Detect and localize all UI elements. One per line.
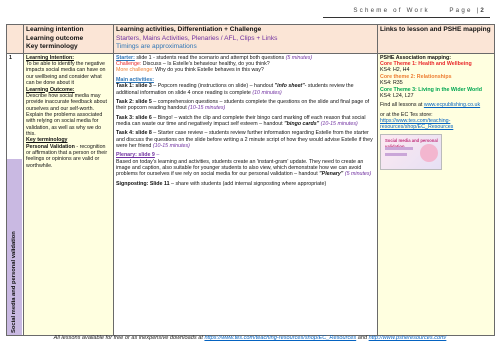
links-cell: PSHE Association mapping: Core Theme 1: … [377, 52, 495, 336]
task3-time: (10-15 minutes) [320, 120, 358, 127]
lesson-number: 1 [9, 54, 12, 61]
signposting-text: – share with students (add internal sign… [169, 180, 327, 187]
task3-label: Task 3: slide 6 [116, 114, 152, 121]
ecpublishing-link[interactable]: www.ecpublishing.co.uk [424, 102, 480, 108]
header-learning-intention: Learning intention [26, 26, 84, 33]
outcome-text: Describe how social media may provide in… [26, 92, 107, 137]
more-challenge-text: Why do you think Estelle behaves in this… [153, 67, 264, 74]
plenary-time: (5 minutes) [343, 171, 372, 178]
task2-label: Task 2: slide 5 [116, 98, 152, 105]
terminology-entry: Personal Validation - recognition or aff… [26, 144, 111, 169]
lesson-thumbnail: Social media and personal validation [380, 133, 442, 170]
page-footer: All lessons available for free or as ine… [0, 335, 500, 341]
plenary-handout: "Plenary" [319, 171, 344, 178]
header-activities-subtitle: Starters, Mains Activities, Plenaries / … [116, 34, 278, 42]
task2-text: – comprehension questions – students com… [116, 98, 370, 112]
plenary-dash: – [154, 152, 160, 159]
header-learning-outcome: Learning outcome [26, 34, 84, 42]
task3-handout: "bingo cards" [284, 120, 320, 127]
tes-store-link[interactable]: https://www.tes.com/teaching-resources/s… [380, 118, 453, 130]
header-timings: Timings are approximations [116, 43, 197, 51]
starter-label: Starter: [116, 54, 135, 61]
task4-time: (10-15 minutes) [152, 142, 190, 149]
scheme-of-work-label: Scheme of Work [353, 7, 430, 14]
task1-text: – Popcorn reading (instructions on slide… [151, 83, 275, 90]
thumbnail-bar-2 [385, 152, 407, 156]
activities-cell: Starter: slide 1 - students read the sce… [113, 52, 378, 336]
starter-time: (5 minutes) [285, 54, 313, 61]
page-header: Scheme of Work Page |2 [0, 0, 500, 22]
task1-time: (10 minutes) [252, 89, 282, 96]
footer-tes-link[interactable]: https://www.tes.com/teaching-resources/s… [204, 335, 356, 341]
topic-vertical-label: Social media and personal validation [11, 230, 17, 333]
footer-text: All lessons available for free or as ine… [53, 335, 205, 341]
header-links-cell: Links to lesson and PSHE mapping [377, 24, 495, 54]
topic-band: Social media and personal validation [7, 158, 22, 335]
starter-text: slide 1 - students read the scenario and… [134, 54, 286, 61]
challenge-text: Discuss – Is Estelle's behaviour healthy… [141, 61, 270, 68]
learning-cell: Learning Intention: To be able to identi… [23, 52, 114, 336]
thumbnail-bar [385, 146, 413, 150]
page-label: Page | [449, 7, 481, 14]
header-title: Scheme of Work Page |2 [353, 7, 486, 14]
lesson-number-cell: 1 Social media and personal validation [6, 52, 24, 336]
task2-time: (10-15 minutes) [188, 105, 226, 112]
thumbnail-image [420, 143, 438, 162]
header-links-mapping: Links to lesson and PSHE mapping [380, 26, 491, 33]
task4-label: Task 4: slide 8 [116, 130, 152, 137]
tes-store-text: or at the EC Tes store: [380, 111, 433, 118]
header-learning-cell: Learning intention Learning outcome Key … [23, 24, 114, 54]
plenary-label: Plenary: slide 9 [116, 152, 155, 159]
intention-text: To be able to identify the negative impa… [26, 61, 106, 87]
header-key-terminology: Key terminology [26, 43, 78, 51]
header-divider [323, 17, 490, 18]
core-theme-3: Core Theme 3: Living in the Wider World [380, 86, 482, 93]
term-name: Personal Validation [26, 143, 75, 150]
challenge-label: Challenge: [116, 61, 142, 68]
header-activities-cell: Learning activities, Differentiation + C… [113, 24, 378, 54]
find-lessons-text: Find all lessons at [380, 102, 424, 109]
header-activities-title: Learning activities, Differentiation + C… [116, 26, 262, 33]
footer-and: and [356, 335, 369, 341]
task1-label: Task 1: slide 3 [116, 83, 152, 90]
table-row: 1 Social media and personal validation L… [6, 52, 495, 336]
scheme-of-work-table: Learning intention Learning outcome Key … [6, 24, 495, 336]
footer-pshe-link[interactable]: http://www.psheresources.com/ [369, 335, 447, 341]
signposting-label: Signposting: Slide 11 [116, 180, 170, 187]
page-number: 2 [480, 7, 486, 14]
table-header-row: Learning intention Learning outcome Key … [6, 24, 495, 54]
task1-handout: "info sheet" [274, 83, 305, 90]
more-challenge-label: More challenge: [116, 67, 154, 74]
header-num-cell [6, 24, 24, 54]
